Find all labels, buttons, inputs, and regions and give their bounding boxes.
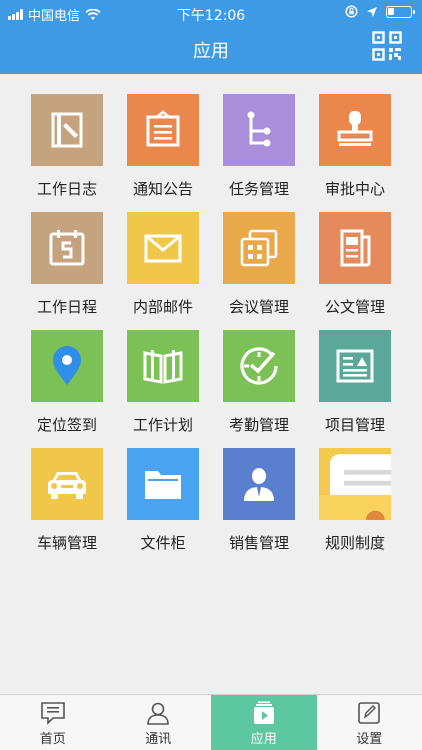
app-task[interactable]: 任务管理 [211,92,307,210]
notice-board-icon [146,110,180,147]
tab-label: 通讯 [145,732,172,747]
tab-contacts[interactable]: 通讯 [106,695,212,750]
app-label: 公文管理 [324,298,385,316]
app-work-log[interactable]: 工作日志 [19,92,115,210]
tab-bar: 首页 通讯 应用 设置 [0,694,422,750]
app-label: 车辆管理 [36,534,97,552]
app-tile [319,448,391,520]
app-mail[interactable]: 内部邮件 [115,210,211,328]
app-label: 考勤管理 [228,416,289,434]
tab-label: 首页 [39,732,66,747]
qr-code-icon[interactable] [372,31,402,61]
app-tile [127,94,199,166]
clock-check-icon [240,347,278,385]
book-icon [143,350,183,384]
app-tile [319,330,391,402]
app-tile [31,448,103,520]
rules-card-icon [319,448,391,520]
status-bar: 中国电信 下午12:06 [0,0,422,26]
app-tile [31,94,103,166]
stamp-icon [337,111,373,146]
app-label: 项目管理 [324,416,385,434]
app-tile [319,212,391,284]
app-tile [127,330,199,402]
rotation-lock-icon [345,5,358,18]
app-official-docs[interactable]: 公文管理 [307,210,403,328]
app-tile [127,448,199,520]
app-check-in[interactable]: 定位签到 [19,328,115,446]
meeting-icon [240,229,278,267]
tab-label: 设置 [356,732,383,747]
app-meeting[interactable]: 会议管理 [211,210,307,328]
app-project[interactable]: 项目管理 [307,328,403,446]
salesperson-icon [244,468,274,501]
folder-icon [145,471,181,499]
app-tile [319,94,391,166]
tab-settings[interactable]: 设置 [317,695,422,750]
app-grid: 工作日志 通知公告 任务管理 审批中心 工作日程 内部邮件 会议管理 公文管理 … [0,92,422,564]
mail-icon [144,234,182,263]
apps-icon [253,701,274,724]
app-label: 销售管理 [228,534,289,552]
app-tile [223,94,295,166]
app-schedule[interactable]: 工作日程 [19,210,115,328]
app-rules[interactable]: 规则制度 [307,446,403,564]
app-file-cabinet[interactable]: 文件柜 [115,446,211,564]
app-label: 通知公告 [132,180,193,198]
tab-home[interactable]: 首页 [0,695,106,750]
task-tree-icon [247,111,271,147]
app-label: 工作日程 [36,298,97,316]
document-icon [340,229,371,267]
app-label: 会议管理 [228,298,289,316]
app-label: 审批中心 [324,180,385,198]
app-tile [223,212,295,284]
location-pin-icon [53,346,81,385]
tab-label: 应用 [250,732,277,747]
app-tile [127,212,199,284]
tab-apps[interactable]: 应用 [211,695,317,750]
page-title: 应用 [193,41,229,62]
app-label: 定位签到 [36,416,97,434]
app-attendance[interactable]: 考勤管理 [211,328,307,446]
app-tile [223,330,295,402]
app-approval[interactable]: 审批中心 [307,92,403,210]
app-label: 工作计划 [132,416,193,434]
battery-icon [386,5,415,18]
edit-settings-icon [358,702,381,724]
nav-bar: 应用 [0,26,422,74]
calendar-icon [49,230,85,266]
app-label: 工作日志 [36,180,97,198]
app-label: 文件柜 [140,534,186,552]
app-notice[interactable]: 通知公告 [115,92,211,210]
status-right [345,5,415,18]
app-label: 规则制度 [324,534,385,552]
project-icon [336,349,374,383]
car-icon [48,472,86,499]
app-label: 任务管理 [228,180,289,198]
app-tile [223,448,295,520]
contact-icon [147,702,170,725]
app-work-plan[interactable]: 工作计划 [115,328,211,446]
app-sales[interactable]: 销售管理 [211,446,307,564]
location-arrow-icon [367,6,377,17]
app-vehicle[interactable]: 车辆管理 [19,446,115,564]
app-label: 内部邮件 [132,298,193,316]
app-tile [31,212,103,284]
app-tile [31,330,103,402]
chat-home-icon [40,702,65,725]
journal-icon [51,112,83,148]
